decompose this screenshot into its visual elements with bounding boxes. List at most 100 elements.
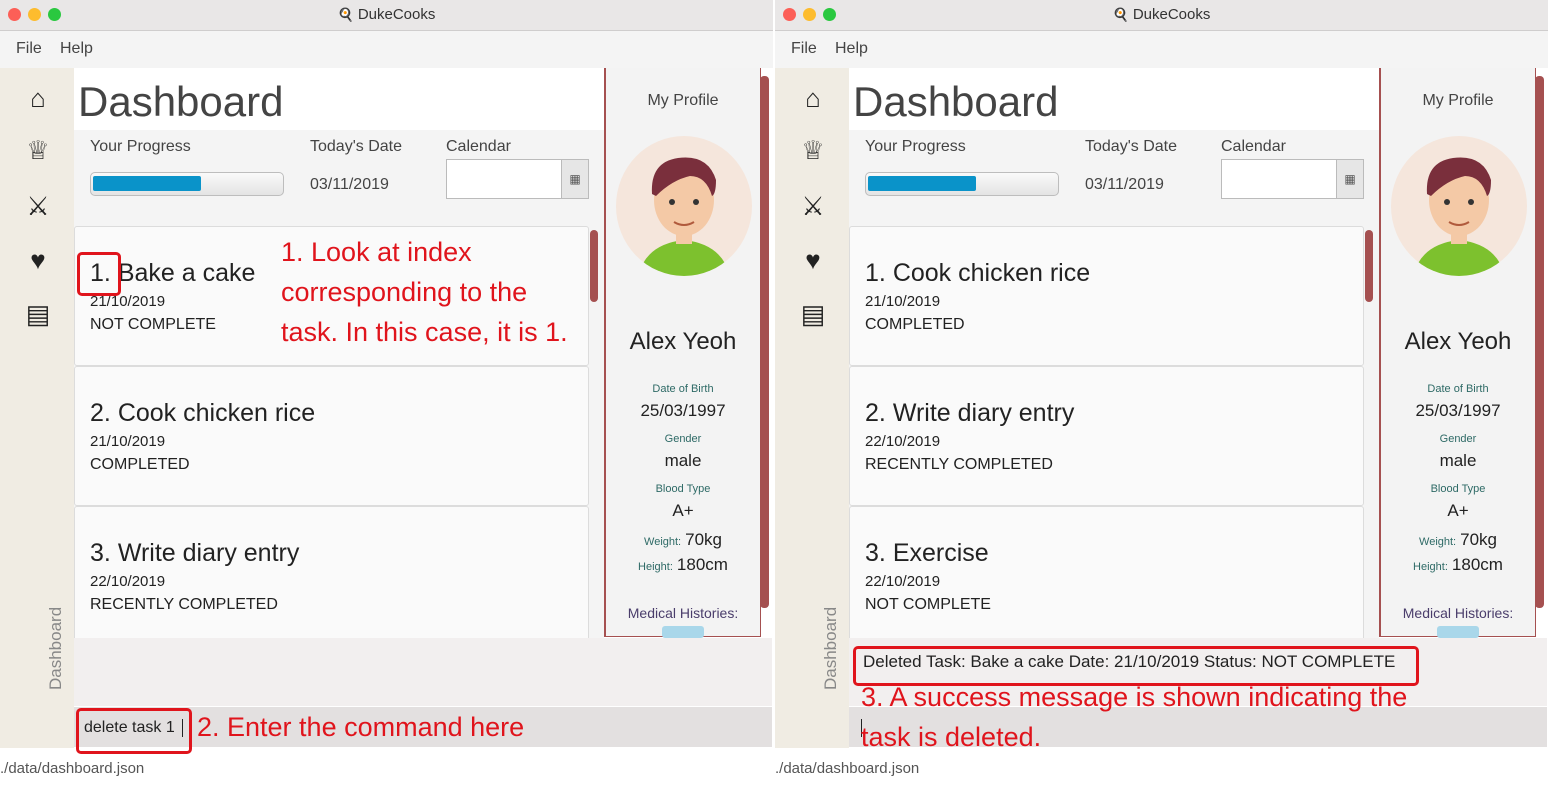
task-date: 22/10/2019 [865,573,941,590]
title-bar: 🍳 DukeCooks [775,0,1548,31]
profile-scrollbar[interactable] [760,76,769,608]
task-status: COMPLETED [90,456,190,473]
annotation-step-1-line-2: corresponding to the [281,277,528,307]
task-index: 3. [865,539,886,567]
menu-help[interactable]: Help [835,40,868,58]
annotation-step-3-line-2: task is deleted. [861,722,1042,752]
app-chef-icon: 🍳 [1112,7,1129,22]
heartbeat-icon[interactable]: ♥ [20,244,56,276]
task-name: Exercise [892,539,989,567]
avatar [616,136,752,276]
weight-value: 70kg [1460,530,1497,549]
calendar-input[interactable] [1221,159,1337,199]
task-list-scrollbar[interactable] [1365,230,1373,302]
date-value: 03/11/2019 [1085,176,1164,193]
profile-panel: My Profile Alex Yeoh Date of Birth 25/03… [1379,68,1536,638]
date-label: Today's Date [310,138,402,155]
task-status: RECENTLY COMPLETED [865,456,1053,473]
calendar-icon[interactable]: ▦ [1336,159,1364,199]
medical-history-badge [1437,626,1479,638]
height-value: 180cm [676,555,728,574]
heartbeat-icon[interactable]: ♥ [795,244,831,276]
task-date: 22/10/2019 [90,573,166,590]
annotation-step-2: 2. Enter the command here [197,712,525,742]
calendar-icon[interactable]: ▦ [561,159,589,199]
task-list-scrollbar[interactable] [590,230,598,302]
task-date: 21/10/2019 [90,433,166,450]
task-card[interactable]: 2. Cook chicken rice 21/10/2019 COMPLETE… [74,366,589,506]
command-highlight-box [76,708,192,754]
app-title: DukeCooks [357,6,436,23]
progress-label: Your Progress [90,138,191,155]
status-bar-path: ./data/dashboard.json [0,760,145,777]
title-bar: 🍳 DukeCooks [0,0,773,31]
profile-scrollbar[interactable] [1535,76,1544,608]
task-name: Write diary entry [892,399,1075,427]
task-card[interactable]: 2. Write diary entry 22/10/2019 RECENTLY… [849,366,1364,506]
gender-label: Gender [1439,433,1477,445]
annotation-step-1-line-1: 1. Look at index [281,237,472,267]
menu-bar: File Help [0,31,773,68]
annotation-step-1-line-3: task. In this case, it is 1. [281,317,568,347]
height-label: Height: [638,561,673,573]
progress-label: Your Progress [865,138,966,155]
profile-title: My Profile [1422,92,1494,109]
index-highlight-box [77,252,121,296]
sidebar-dashboard-label: Dashboard [821,606,840,690]
task-card[interactable]: 3. Exercise 22/10/2019 NOT COMPLETE [849,506,1364,646]
task-status: NOT COMPLETE [90,316,216,333]
progress-bar [865,172,1059,196]
medical-history-badge [662,626,704,638]
task-date: 21/10/2019 [865,293,941,310]
result-display [74,638,772,706]
task-index: 2. [865,399,886,427]
page-title: Dashboard [853,78,1059,125]
weight-label: Weight: [644,536,682,548]
diary-book-icon[interactable]: ▤ [20,298,56,330]
blood-type-value: A+ [1447,501,1469,520]
window-before: 🍳 DukeCooks File Help ⌂ ♕ ⚔ ♥ ▤ Dashboard… [0,0,773,785]
date-value: 03/11/2019 [310,176,389,193]
task-index: 2. [90,399,111,427]
calendar-input[interactable] [446,159,562,199]
page-title: Dashboard [78,78,284,125]
dob-value: 25/03/1997 [640,401,726,420]
height-value: 180cm [1451,555,1503,574]
menu-bar: File Help [775,31,1548,68]
menu-file[interactable]: File [16,40,42,58]
calendar-label: Calendar [1221,138,1286,155]
dumbbell-icon[interactable]: ⚔ [795,190,831,222]
task-status: NOT COMPLETE [865,596,991,613]
profile-title: My Profile [647,92,719,109]
chef-hat-icon[interactable]: ♕ [795,134,831,166]
calendar-label: Calendar [446,138,511,155]
sidebar-dashboard-label: Dashboard [46,606,65,690]
task-name: Write diary entry [117,539,300,567]
home-icon[interactable]: ⌂ [795,82,831,114]
task-card[interactable]: 1. Cook chicken rice 21/10/2019 COMPLETE… [849,226,1364,366]
diary-book-icon[interactable]: ▤ [795,298,831,330]
app-chef-icon: 🍳 [337,7,354,22]
gender-value: male [664,451,702,470]
status-bar-path: ./data/dashboard.json [775,760,920,777]
window-after: 🍳 DukeCooks File Help ⌂ ♕ ⚔ ♥ ▤ Dashboard… [775,0,1548,785]
home-icon[interactable]: ⌂ [20,82,56,114]
dob-label: Date of Birth [652,383,714,395]
task-status: RECENTLY COMPLETED [90,596,278,613]
gender-label: Gender [664,433,702,445]
menu-file[interactable]: File [791,40,817,58]
task-name: Bake a cake [117,259,256,287]
task-name: Cook chicken rice [892,259,1091,287]
task-date: 22/10/2019 [865,433,941,450]
task-card[interactable]: 3. Write diary entry 22/10/2019 RECENTLY… [74,506,589,646]
annotation-step-3-line-1: 3. A success message is shown indicating… [861,682,1408,712]
task-status: COMPLETED [865,316,965,333]
menu-help[interactable]: Help [60,40,93,58]
date-label: Today's Date [1085,138,1177,155]
chef-hat-icon[interactable]: ♕ [20,134,56,166]
dob-label: Date of Birth [1427,383,1489,395]
height-label: Height: [1413,561,1448,573]
task-index: 1. [865,259,886,287]
gender-value: male [1439,451,1477,470]
dumbbell-icon[interactable]: ⚔ [20,190,56,222]
